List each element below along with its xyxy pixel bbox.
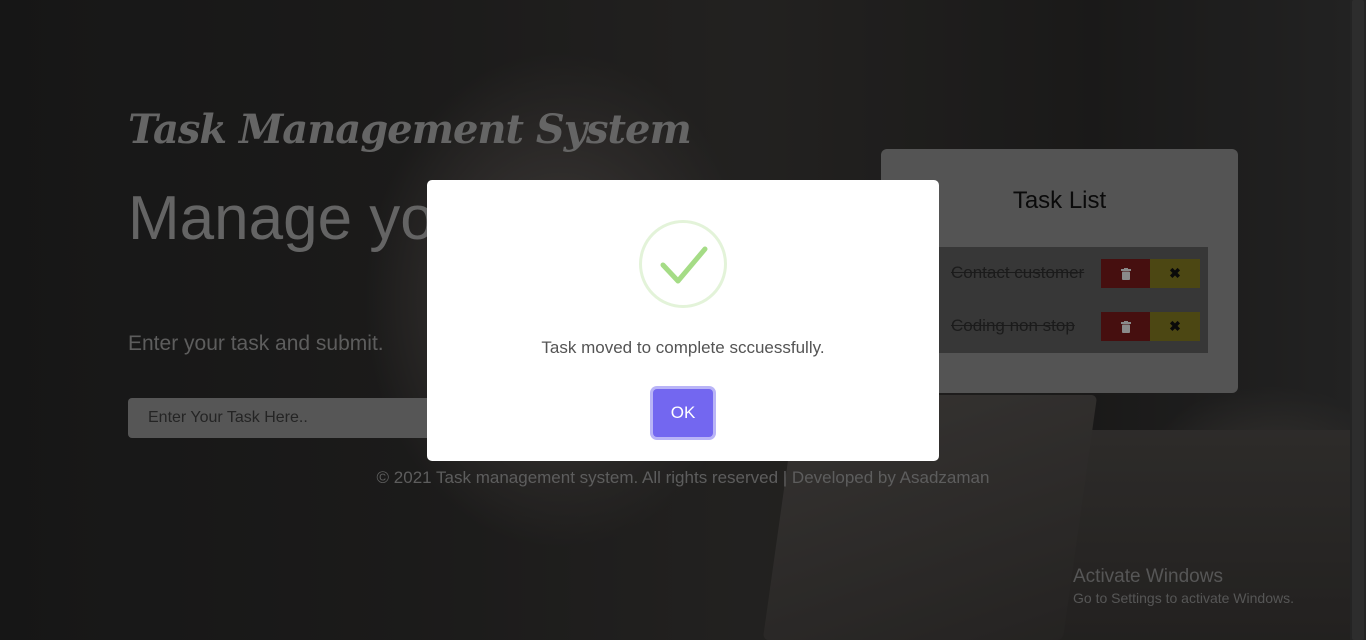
dialog-message: Task moved to complete sccuessfully. (541, 338, 825, 357)
ok-button[interactable]: OK (653, 389, 713, 437)
success-checkmark-icon (639, 220, 727, 308)
success-dialog: Task moved to complete sccuessfully. OK (427, 180, 939, 461)
